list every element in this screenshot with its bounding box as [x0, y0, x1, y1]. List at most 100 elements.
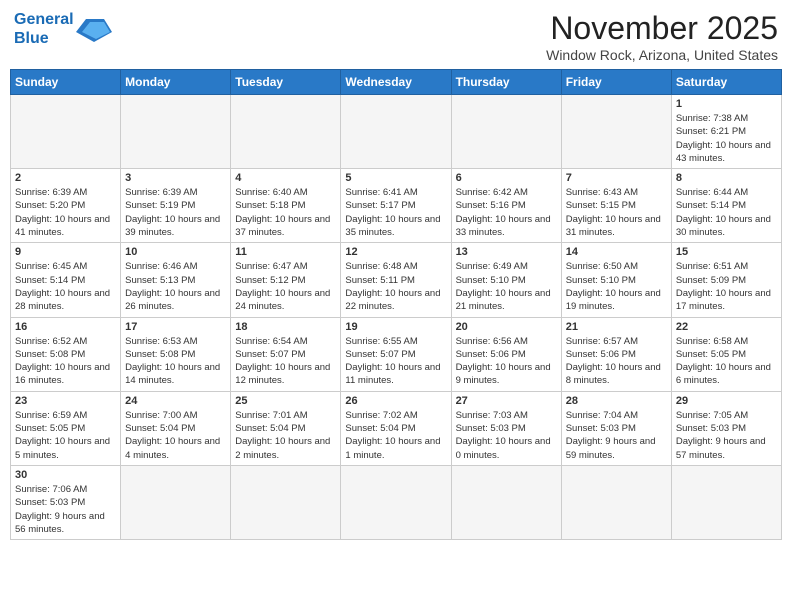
calendar-cell: 2 Sunrise: 6:39 AM Sunset: 5:20 PM Daylig…	[11, 169, 121, 243]
calendar-cell	[451, 95, 561, 169]
calendar-cell: 15 Sunrise: 6:51 AM Sunset: 5:09 PM Dayli…	[671, 243, 781, 317]
weekday-header-friday: Friday	[561, 70, 671, 95]
day-info: Sunrise: 6:56 AM Sunset: 5:06 PM Dayligh…	[456, 335, 557, 388]
day-info: Sunrise: 6:58 AM Sunset: 5:05 PM Dayligh…	[676, 335, 777, 388]
calendar-cell	[231, 465, 341, 539]
calendar-cell	[121, 95, 231, 169]
day-number: 3	[125, 172, 226, 184]
calendar-cell: 10 Sunrise: 6:46 AM Sunset: 5:13 PM Dayli…	[121, 243, 231, 317]
day-info: Sunrise: 6:48 AM Sunset: 5:11 PM Dayligh…	[345, 260, 446, 313]
calendar-cell: 28Sunrise: 7:04 AM Sunset: 5:03 PM Dayli…	[561, 391, 671, 465]
calendar-cell: 21 Sunrise: 6:57 AM Sunset: 5:06 PM Dayli…	[561, 317, 671, 391]
day-number: 20	[456, 321, 557, 333]
day-info: Sunrise: 6:52 AM Sunset: 5:08 PM Dayligh…	[15, 335, 116, 388]
day-number: 4	[235, 172, 336, 184]
calendar-cell: 23 Sunrise: 6:59 AM Sunset: 5:05 PM Dayli…	[11, 391, 121, 465]
calendar-cell: 26 Sunrise: 7:02 AM Sunset: 5:04 PM Dayli…	[341, 391, 451, 465]
day-info: Sunrise: 6:41 AM Sunset: 5:17 PM Dayligh…	[345, 186, 446, 239]
day-info: Sunrise: 6:46 AM Sunset: 5:13 PM Dayligh…	[125, 260, 226, 313]
week-row-1: 2 Sunrise: 6:39 AM Sunset: 5:20 PM Daylig…	[11, 169, 782, 243]
calendar-cell	[451, 465, 561, 539]
calendar-cell: 14 Sunrise: 6:50 AM Sunset: 5:10 PM Dayli…	[561, 243, 671, 317]
calendar-cell: 16 Sunrise: 6:52 AM Sunset: 5:08 PM Dayli…	[11, 317, 121, 391]
week-row-0: 1 Sunrise: 7:38 AM Sunset: 6:21 PM Daylig…	[11, 95, 782, 169]
day-info: Sunrise: 6:40 AM Sunset: 5:18 PM Dayligh…	[235, 186, 336, 239]
day-info: Sunrise: 6:39 AM Sunset: 5:20 PM Dayligh…	[15, 186, 116, 239]
weekday-header-wednesday: Wednesday	[341, 70, 451, 95]
calendar-cell: 17 Sunrise: 6:53 AM Sunset: 5:08 PM Dayli…	[121, 317, 231, 391]
calendar-cell: 5 Sunrise: 6:41 AM Sunset: 5:17 PM Daylig…	[341, 169, 451, 243]
day-number: 15	[676, 246, 777, 258]
day-number: 16	[15, 321, 116, 333]
day-info: Sunrise: 6:54 AM Sunset: 5:07 PM Dayligh…	[235, 335, 336, 388]
day-number: 11	[235, 246, 336, 258]
day-info: Sunrise: 7:01 AM Sunset: 5:04 PM Dayligh…	[235, 409, 336, 462]
calendar-cell: 30Sunrise: 7:06 AM Sunset: 5:03 PM Dayli…	[11, 465, 121, 539]
calendar-cell: 19Sunrise: 6:55 AM Sunset: 5:07 PM Dayli…	[341, 317, 451, 391]
week-row-5: 30Sunrise: 7:06 AM Sunset: 5:03 PM Dayli…	[11, 465, 782, 539]
calendar-cell	[561, 95, 671, 169]
logo-blue: Blue	[14, 30, 49, 47]
calendar-cell: 7Sunrise: 6:43 AM Sunset: 5:15 PM Daylig…	[561, 169, 671, 243]
day-info: Sunrise: 6:43 AM Sunset: 5:15 PM Dayligh…	[566, 186, 667, 239]
logo-icon	[76, 14, 112, 44]
calendar-cell: 18 Sunrise: 6:54 AM Sunset: 5:07 PM Dayli…	[231, 317, 341, 391]
day-number: 23	[15, 395, 116, 407]
day-number: 1	[676, 98, 777, 110]
day-number: 18	[235, 321, 336, 333]
week-row-4: 23 Sunrise: 6:59 AM Sunset: 5:05 PM Dayli…	[11, 391, 782, 465]
day-number: 22	[676, 321, 777, 333]
week-row-2: 9 Sunrise: 6:45 AM Sunset: 5:14 PM Daylig…	[11, 243, 782, 317]
day-number: 2	[15, 172, 116, 184]
month-title: November 2025	[546, 10, 778, 47]
day-number: 13	[456, 246, 557, 258]
weekday-header-monday: Monday	[121, 70, 231, 95]
calendar-cell: 13 Sunrise: 6:49 AM Sunset: 5:10 PM Dayli…	[451, 243, 561, 317]
calendar-cell: 6 Sunrise: 6:42 AM Sunset: 5:16 PM Daylig…	[451, 169, 561, 243]
calendar-cell: 1 Sunrise: 7:38 AM Sunset: 6:21 PM Daylig…	[671, 95, 781, 169]
day-info: Sunrise: 6:45 AM Sunset: 5:14 PM Dayligh…	[15, 260, 116, 313]
day-number: 5	[345, 172, 446, 184]
day-number: 9	[15, 246, 116, 258]
calendar-cell: 4 Sunrise: 6:40 AM Sunset: 5:18 PM Daylig…	[231, 169, 341, 243]
day-number: 14	[566, 246, 667, 258]
day-number: 27	[456, 395, 557, 407]
calendar-cell	[231, 95, 341, 169]
location-title: Window Rock, Arizona, United States	[546, 47, 778, 63]
day-info: Sunrise: 7:00 AM Sunset: 5:04 PM Dayligh…	[125, 409, 226, 462]
day-number: 21	[566, 321, 667, 333]
day-info: Sunrise: 6:44 AM Sunset: 5:14 PM Dayligh…	[676, 186, 777, 239]
calendar-cell	[561, 465, 671, 539]
day-info: Sunrise: 6:51 AM Sunset: 5:09 PM Dayligh…	[676, 260, 777, 313]
day-number: 10	[125, 246, 226, 258]
day-number: 17	[125, 321, 226, 333]
day-info: Sunrise: 6:49 AM Sunset: 5:10 PM Dayligh…	[456, 260, 557, 313]
weekday-header-tuesday: Tuesday	[231, 70, 341, 95]
calendar: SundayMondayTuesdayWednesdayThursdayFrid…	[10, 69, 782, 540]
day-number: 29	[676, 395, 777, 407]
header: General Blue November 2025 Window Rock, …	[10, 10, 782, 63]
day-info: Sunrise: 7:02 AM Sunset: 5:04 PM Dayligh…	[345, 409, 446, 462]
calendar-cell	[671, 465, 781, 539]
weekday-header-thursday: Thursday	[451, 70, 561, 95]
day-info: Sunrise: 6:53 AM Sunset: 5:08 PM Dayligh…	[125, 335, 226, 388]
day-info: Sunrise: 7:38 AM Sunset: 6:21 PM Dayligh…	[676, 112, 777, 165]
weekday-header-row: SundayMondayTuesdayWednesdayThursdayFrid…	[11, 70, 782, 95]
day-number: 25	[235, 395, 336, 407]
day-info: Sunrise: 6:39 AM Sunset: 5:19 PM Dayligh…	[125, 186, 226, 239]
calendar-cell	[341, 95, 451, 169]
week-row-3: 16 Sunrise: 6:52 AM Sunset: 5:08 PM Dayli…	[11, 317, 782, 391]
day-info: Sunrise: 6:42 AM Sunset: 5:16 PM Dayligh…	[456, 186, 557, 239]
calendar-cell: 20 Sunrise: 6:56 AM Sunset: 5:06 PM Dayli…	[451, 317, 561, 391]
calendar-cell: 9 Sunrise: 6:45 AM Sunset: 5:14 PM Daylig…	[11, 243, 121, 317]
day-info: Sunrise: 6:50 AM Sunset: 5:10 PM Dayligh…	[566, 260, 667, 313]
day-number: 6	[456, 172, 557, 184]
day-number: 28	[566, 395, 667, 407]
calendar-cell: 11 Sunrise: 6:47 AM Sunset: 5:12 PM Dayli…	[231, 243, 341, 317]
day-info: Sunrise: 6:57 AM Sunset: 5:06 PM Dayligh…	[566, 335, 667, 388]
day-info: Sunrise: 6:47 AM Sunset: 5:12 PM Dayligh…	[235, 260, 336, 313]
weekday-header-saturday: Saturday	[671, 70, 781, 95]
day-info: Sunrise: 6:59 AM Sunset: 5:05 PM Dayligh…	[15, 409, 116, 462]
day-number: 26	[345, 395, 446, 407]
calendar-cell: 25 Sunrise: 7:01 AM Sunset: 5:04 PM Dayli…	[231, 391, 341, 465]
